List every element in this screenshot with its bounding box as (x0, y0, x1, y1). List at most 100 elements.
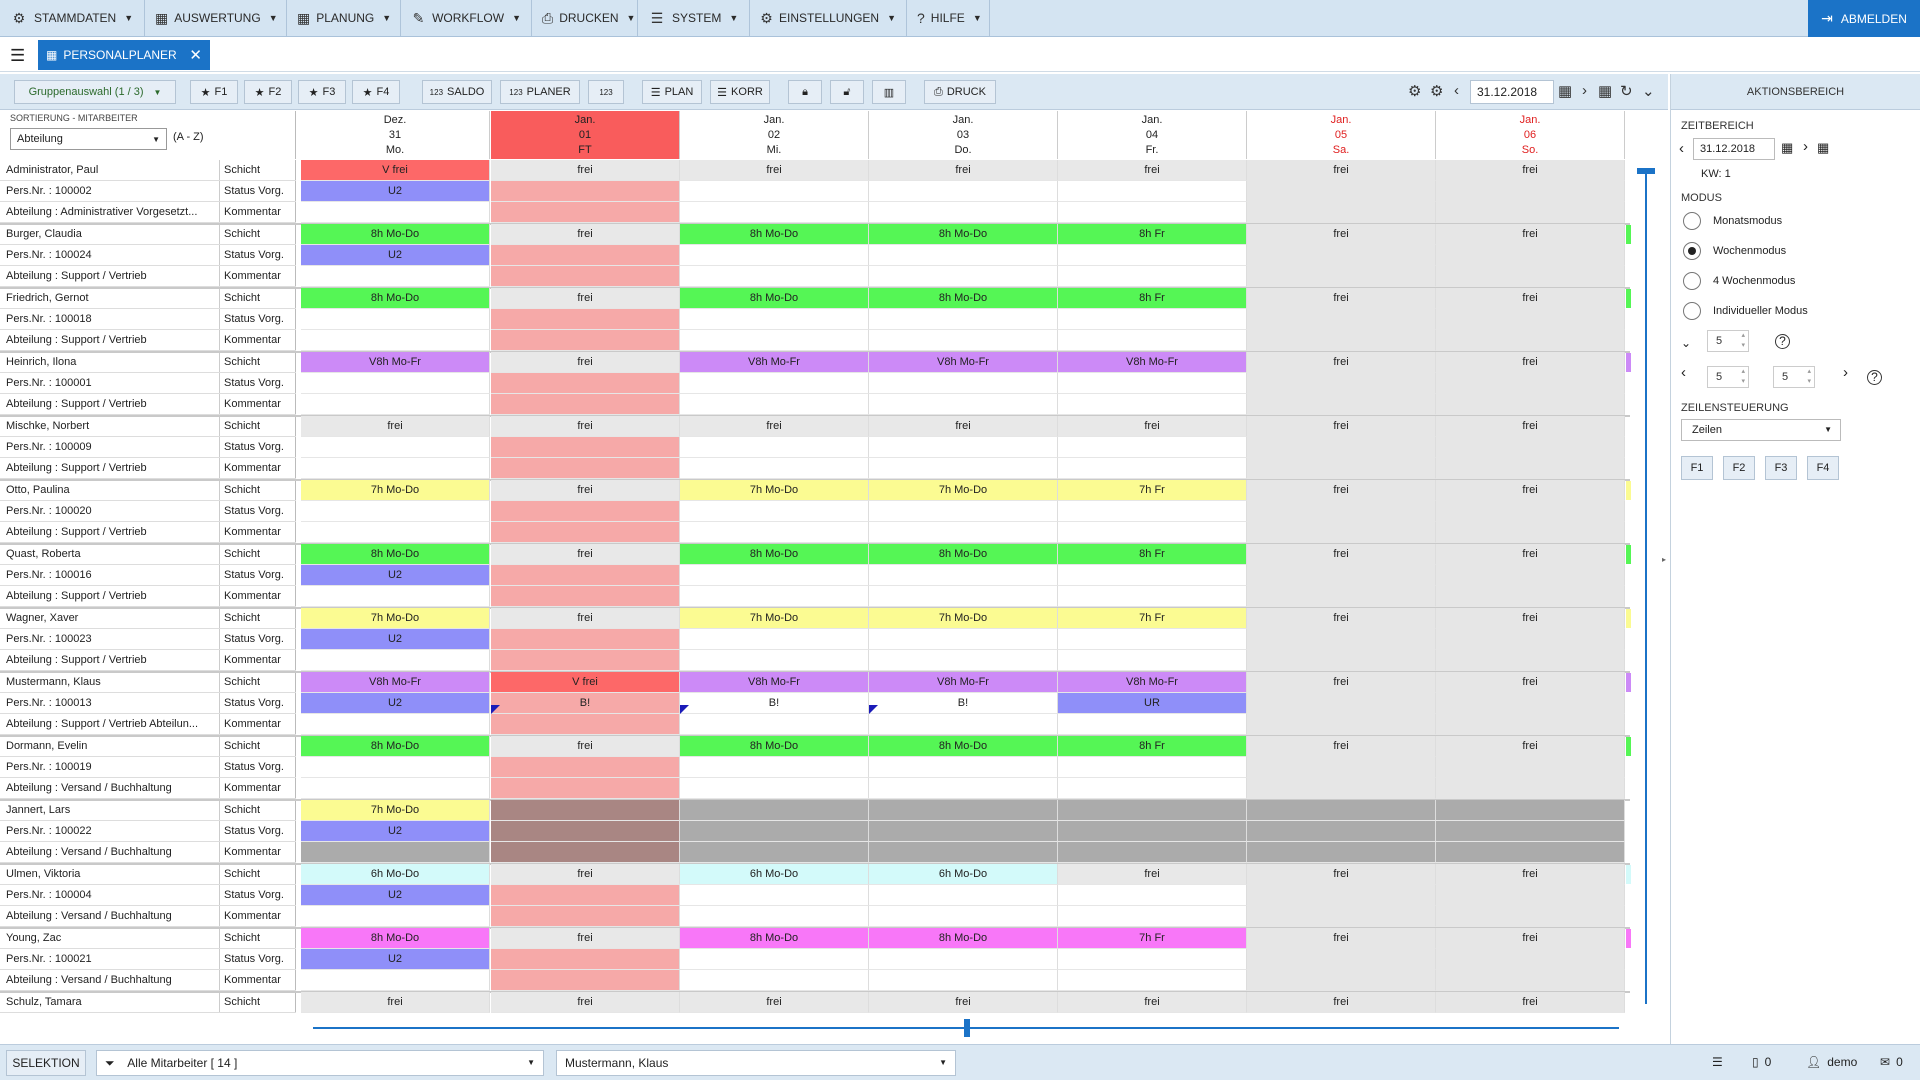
shift-cell[interactable]: frei (1247, 224, 1436, 245)
status-cell[interactable] (680, 821, 869, 842)
status-cell[interactable] (301, 501, 490, 522)
shift-cell[interactable]: V frei (491, 672, 680, 693)
hamburger-menu-icon[interactable]: ☰ (10, 46, 25, 66)
shift-cell[interactable]: V8h Mo-Fr (1058, 352, 1247, 373)
comment-cell[interactable] (1436, 330, 1625, 351)
status-cell[interactable] (680, 757, 869, 778)
comment-cell[interactable] (1247, 586, 1436, 607)
status-cell[interactable] (1058, 501, 1247, 522)
comment-cell[interactable] (869, 906, 1058, 927)
shift-cell[interactable]: frei (680, 160, 869, 181)
mode-label[interactable]: Wochenmodus (1713, 245, 1786, 257)
shift-cell[interactable]: 8h Mo-Do (680, 288, 869, 309)
status-cell[interactable] (1247, 181, 1436, 202)
shift-cell[interactable]: frei (1247, 608, 1436, 629)
shift-cell[interactable]: frei (869, 992, 1058, 1013)
comment-cell[interactable] (301, 714, 490, 735)
shift-cell[interactable]: 6h Mo-Do (680, 864, 869, 885)
comment-cell[interactable] (869, 778, 1058, 799)
shift-cell[interactable]: V8h Mo-Fr (869, 672, 1058, 693)
status-cell[interactable] (869, 629, 1058, 650)
panel-splitter-icon[interactable]: ▸ (1662, 555, 1666, 564)
status-cell[interactable] (680, 373, 869, 394)
shift-cell[interactable]: frei (491, 224, 680, 245)
comment-cell[interactable] (1436, 522, 1625, 543)
shift-cell[interactable]: V8h Mo-Fr (301, 672, 490, 693)
status-cell[interactable] (869, 501, 1058, 522)
shift-cell[interactable]: frei (680, 416, 869, 437)
shift-cell[interactable] (680, 800, 869, 821)
status-cell[interactable] (1247, 757, 1436, 778)
shift-cell[interactable]: frei (1247, 672, 1436, 693)
employee-block[interactable]: Friedrich, Gernot Schicht Pers.Nr. : 10001… (0, 288, 296, 351)
gears-icon[interactable]: ⚙ (1430, 82, 1443, 100)
status-cell[interactable] (1436, 181, 1625, 202)
menu-einstellungen[interactable]: ⚙ EINSTELLUNGEN ▼ (750, 0, 907, 36)
user-status[interactable]: 👤︎ demo (1806, 1055, 1857, 1069)
shift-cell[interactable]: 7h Mo-Do (680, 480, 869, 501)
comment-cell[interactable] (680, 650, 869, 671)
status-cell[interactable] (1436, 629, 1625, 650)
status-cell[interactable]: U2 (301, 821, 490, 842)
employee-block[interactable]: Mischke, Norbert Schicht Pers.Nr. : 100009… (0, 416, 296, 479)
shift-cell[interactable]: 8h Mo-Do (301, 736, 490, 757)
shift-cell[interactable]: 8h Mo-Do (680, 224, 869, 245)
calendar-picker-icon[interactable]: ▦ (1781, 140, 1793, 156)
shift-cell[interactable]: 6h Mo-Do (869, 864, 1058, 885)
comment-cell[interactable] (1436, 906, 1625, 927)
shift-cell[interactable] (1247, 800, 1436, 821)
comment-cell[interactable] (491, 522, 680, 543)
status-cell[interactable] (869, 245, 1058, 266)
menu-workflow[interactable]: ✎ WORKFLOW ▼ (401, 0, 532, 36)
status-cell[interactable] (1058, 181, 1247, 202)
comment-cell[interactable] (869, 330, 1058, 351)
help-icon[interactable]: ? (1775, 334, 1790, 349)
status-cell[interactable] (301, 373, 490, 394)
comment-cell[interactable] (1436, 586, 1625, 607)
comment-cell[interactable] (869, 522, 1058, 543)
shift-cell[interactable]: 8h Fr (1058, 288, 1247, 309)
status-cell[interactable]: B! (869, 693, 1058, 714)
shift-cell[interactable]: V8h Mo-Fr (680, 352, 869, 373)
comment-cell[interactable] (301, 842, 490, 863)
status-cell[interactable] (1058, 885, 1247, 906)
status-cell[interactable] (680, 437, 869, 458)
status-cell[interactable] (869, 949, 1058, 970)
comment-cell[interactable] (1247, 458, 1436, 479)
status-cell[interactable] (1436, 693, 1625, 714)
shift-cell[interactable]: frei (1058, 992, 1247, 1013)
status-cell[interactable] (680, 885, 869, 906)
comment-cell[interactable] (491, 778, 680, 799)
status-cell[interactable] (1436, 821, 1625, 842)
shift-cell[interactable]: 8h Fr (1058, 224, 1247, 245)
menu-planung[interactable]: ▦ PLANUNG ▼ (287, 0, 401, 36)
status-cell[interactable] (869, 373, 1058, 394)
panel-f3-button[interactable]: F3 (1765, 456, 1797, 480)
shift-cell[interactable] (1058, 800, 1247, 821)
logout-button[interactable]: ⇥ ABMELDEN (1808, 0, 1920, 37)
chevron-left-icon[interactable]: ‹ (1681, 364, 1686, 381)
shift-cell[interactable]: frei (1436, 352, 1625, 373)
comment-cell[interactable] (1436, 778, 1625, 799)
comment-cell[interactable] (301, 394, 490, 415)
horizontal-scroll-thumb[interactable] (964, 1019, 970, 1037)
shift-cell[interactable]: frei (491, 352, 680, 373)
comment-cell[interactable] (1058, 330, 1247, 351)
comment-cell[interactable] (1436, 458, 1625, 479)
comment-cell[interactable] (301, 906, 490, 927)
help-icon[interactable]: ? (1867, 370, 1882, 385)
comment-cell[interactable] (1247, 714, 1436, 735)
comment-cell[interactable] (1247, 778, 1436, 799)
status-cell[interactable] (491, 757, 680, 778)
comment-cell[interactable] (1058, 842, 1247, 863)
shift-cell[interactable]: 7h Fr (1058, 480, 1247, 501)
comment-cell[interactable] (1247, 906, 1436, 927)
status-cell[interactable] (680, 181, 869, 202)
shift-cell[interactable]: 8h Mo-Do (869, 928, 1058, 949)
shift-cell[interactable]: frei (491, 928, 680, 949)
shift-cell[interactable]: frei (1436, 288, 1625, 309)
shift-cell[interactable]: frei (1247, 352, 1436, 373)
shift-cell[interactable]: frei (1436, 544, 1625, 565)
refresh-icon[interactable]: ↻ (1620, 82, 1633, 100)
planer-button[interactable]: 123 PLANER (500, 80, 580, 104)
